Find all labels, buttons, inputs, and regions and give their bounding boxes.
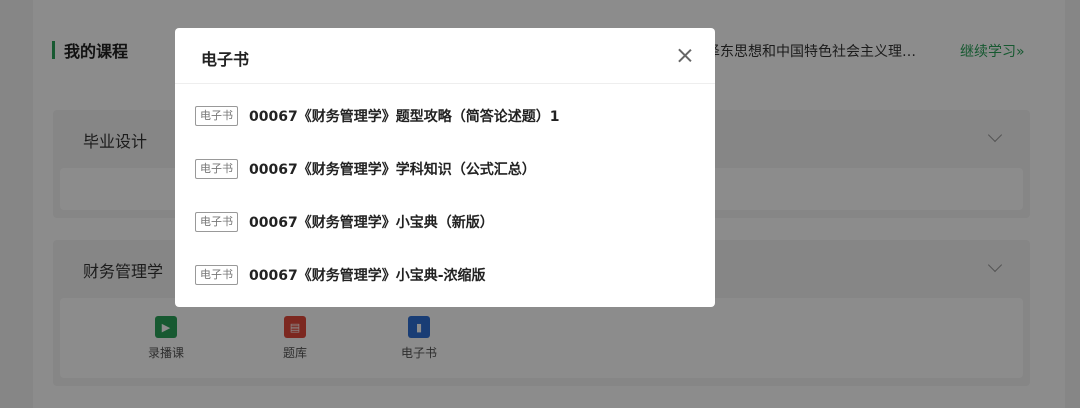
modal-header: 电子书 <box>175 28 715 84</box>
modal-title: 电子书 <box>201 50 250 69</box>
page: 我的课程 泽东思想和中国特色社会主义理… 继续学习» 毕业设计 财务管理学 ▶ … <box>0 0 1080 408</box>
ebook-item[interactable]: 电子书 00067《财务管理学》小宝典-浓缩版 <box>195 264 486 286</box>
ebook-tag: 电子书 <box>195 265 238 285</box>
close-icon[interactable] <box>675 46 695 66</box>
ebook-title: 00067《财务管理学》学科知识（公式汇总） <box>249 162 536 178</box>
ebook-item[interactable]: 电子书 00067《财务管理学》学科知识（公式汇总） <box>195 158 536 180</box>
ebook-tag: 电子书 <box>195 159 238 179</box>
ebook-modal: 电子书 电子书 00067《财务管理学》题型攻略（简答论述题）1 电子书 000… <box>175 28 715 307</box>
ebook-tag: 电子书 <box>195 212 238 232</box>
ebook-item[interactable]: 电子书 00067《财务管理学》题型攻略（简答论述题）1 <box>195 105 559 127</box>
ebook-title: 00067《财务管理学》题型攻略（简答论述题）1 <box>249 109 560 125</box>
ebook-tag: 电子书 <box>195 106 238 126</box>
ebook-title: 00067《财务管理学》小宝典（新版） <box>249 215 494 231</box>
ebook-title: 00067《财务管理学》小宝典-浓缩版 <box>249 268 486 284</box>
ebook-item[interactable]: 电子书 00067《财务管理学》小宝典（新版） <box>195 211 494 233</box>
